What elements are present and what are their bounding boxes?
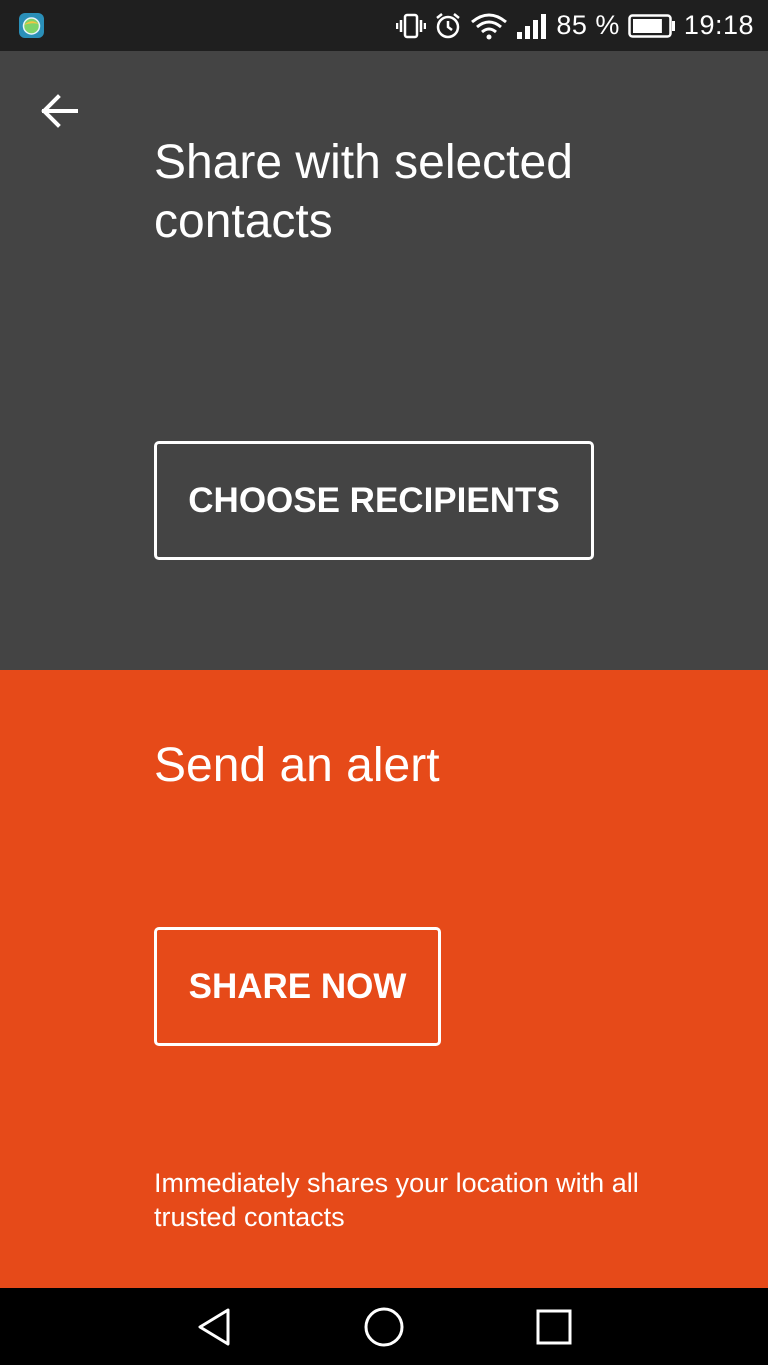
clock: 19:18 [683, 10, 754, 40]
signal-icon [516, 12, 548, 40]
share-section-title: Share with selected contacts [154, 136, 573, 248]
battery-icon [628, 13, 676, 39]
app-screen: 85 % 19:18 Share with selected contacts … [0, 0, 768, 1365]
wifi-icon [470, 12, 508, 40]
alert-section: Send an alert SHARE NOW Immediately shar… [0, 670, 768, 1288]
status-icons: 85 % 19:18 [396, 0, 754, 51]
battery-percent: 85 % [556, 10, 620, 40]
alarm-icon [434, 12, 462, 40]
nav-back-icon [198, 1308, 230, 1346]
share-section: Share with selected contacts CHOOSE RECI… [0, 51, 768, 670]
share-now-button[interactable]: SHARE NOW [154, 927, 441, 1046]
alert-section-title: Send an alert [154, 739, 440, 792]
system-navigation-bar [0, 1288, 768, 1365]
nav-recents-button[interactable] [529, 1302, 579, 1352]
choose-recipients-button[interactable]: CHOOSE RECIPIENTS [154, 441, 594, 560]
vibrate-icon [396, 12, 427, 40]
app-notification-icon [18, 12, 45, 39]
arrow-left-icon [41, 94, 78, 128]
back-button[interactable] [28, 83, 92, 139]
nav-back-button[interactable] [189, 1302, 239, 1352]
nav-home-icon [364, 1307, 404, 1347]
nav-home-button[interactable] [359, 1302, 409, 1352]
nav-recents-icon [536, 1309, 572, 1345]
status-bar: 85 % 19:18 [0, 0, 768, 51]
alert-description: Immediately shares your location with al… [154, 1168, 639, 1232]
